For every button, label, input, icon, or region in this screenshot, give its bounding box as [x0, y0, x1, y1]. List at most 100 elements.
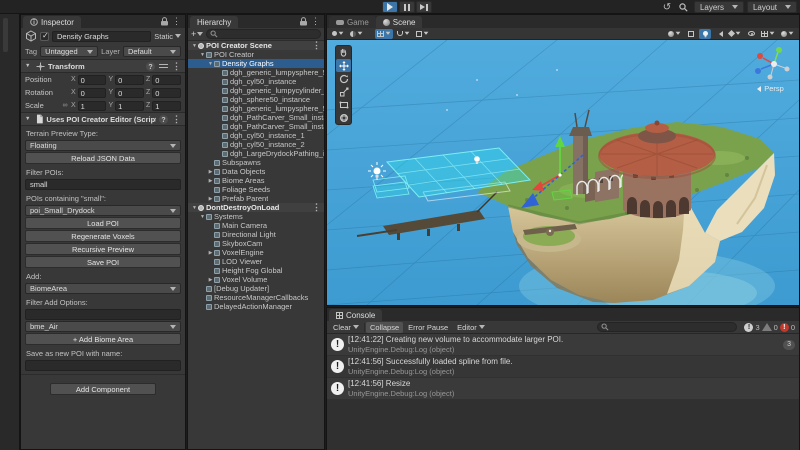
- hierarchy-item[interactable]: Height Fog Global: [188, 266, 324, 275]
- kebab-menu-icon[interactable]: [312, 203, 324, 212]
- tag-dropdown[interactable]: Untagged: [40, 46, 98, 57]
- hierarchy-item[interactable]: dgh_generic_lumpysphere_50_sand_instance: [188, 104, 324, 113]
- tab-game[interactable]: Game: [329, 16, 376, 28]
- hierarchy-item[interactable]: dgh_PathCarver_Small_instance_1: [188, 122, 324, 131]
- transform-combined-tool[interactable]: [336, 111, 351, 124]
- add-component-button[interactable]: Add Component: [50, 383, 156, 395]
- foldout-arrow-icon[interactable]: ▼: [207, 61, 214, 67]
- hierarchy-scene-row[interactable]: ▼DontDestroyOnLoad: [188, 203, 324, 212]
- collapsed-tab[interactable]: [3, 18, 8, 52]
- step-snap-dropdown[interactable]: [414, 29, 431, 39]
- hierarchy-item[interactable]: ▼Systems: [188, 212, 324, 221]
- hierarchy-item[interactable]: DelayedActionManager: [188, 302, 324, 311]
- editor-dropdown[interactable]: Editor: [453, 322, 489, 333]
- move-tool[interactable]: [336, 59, 351, 72]
- hierarchy-item[interactable]: dgh_LargeDrydockPathing_instance: [188, 149, 324, 158]
- hierarchy-item[interactable]: dgh_generic_lumpysphere_50_instance: [188, 68, 324, 77]
- layout-dropdown[interactable]: Layout: [747, 1, 797, 13]
- hierarchy-item[interactable]: Main Camera: [188, 221, 324, 230]
- foldout-arrow-icon[interactable]: ▼: [199, 52, 206, 58]
- hierarchy-item[interactable]: ▶Voxel Volume: [188, 275, 324, 284]
- create-dropdown[interactable]: +: [191, 29, 203, 39]
- kebab-menu-icon[interactable]: [311, 16, 320, 27]
- kebab-menu-icon[interactable]: [172, 114, 181, 125]
- undo-history-icon[interactable]: ↺: [660, 1, 674, 13]
- gameobject-name-field[interactable]: Density Graphs: [52, 31, 151, 42]
- rotation-z-field[interactable]: 0: [152, 88, 181, 98]
- kebab-menu-icon[interactable]: [312, 41, 324, 50]
- reload-json-button[interactable]: Reload JSON Data: [25, 152, 181, 164]
- step-button[interactable]: [416, 1, 432, 13]
- console-log-entry[interactable]: ![12:41:56] Successfully loaded spline f…: [327, 356, 799, 378]
- foldout-arrow-icon[interactable]: ▼: [191, 205, 198, 211]
- load-poi-button[interactable]: Load POI: [25, 217, 181, 229]
- hierarchy-item[interactable]: dgh_cyl50_instance: [188, 77, 324, 86]
- perspective-label[interactable]: Persp: [739, 84, 799, 93]
- transform-header[interactable]: Transform: [21, 59, 185, 73]
- foldout-arrow-icon[interactable]: [25, 116, 33, 122]
- hierarchy-item[interactable]: SkyboxCam: [188, 239, 324, 248]
- recursive-preview-button[interactable]: Recursive Preview: [25, 243, 181, 255]
- active-checkbox[interactable]: [40, 32, 49, 41]
- hierarchy-item[interactable]: dgh_cyl50_instance_2: [188, 140, 324, 149]
- snap-increment-dropdown[interactable]: [395, 29, 412, 39]
- position-z-field[interactable]: 0: [152, 75, 181, 85]
- hierarchy-item[interactable]: ▼POI Creator: [188, 50, 324, 59]
- foldout-arrow-icon[interactable]: ▼: [191, 43, 198, 49]
- rotate-tool[interactable]: [336, 72, 351, 85]
- add-type-dropdown[interactable]: BiomeArea: [25, 283, 181, 294]
- script-header[interactable]: Uses POI Creator Editor (Script): [21, 112, 185, 126]
- console-log-entry[interactable]: ![12:41:22] Creating new volume to accom…: [327, 334, 799, 356]
- tab-inspector[interactable]: Inspector: [23, 16, 81, 28]
- hierarchy-item[interactable]: dgh_sphere50_instance: [188, 95, 324, 104]
- hierarchy-item[interactable]: ▶Data Objects: [188, 167, 324, 176]
- hierarchy-item[interactable]: Foliage Seeds: [188, 185, 324, 194]
- hierarchy-item[interactable]: ResourceManagerCallbacks: [188, 293, 324, 302]
- position-x-field[interactable]: 0: [78, 75, 107, 85]
- pause-button[interactable]: [399, 1, 415, 13]
- layer-dropdown[interactable]: Default: [123, 46, 181, 57]
- biome-dropdown[interactable]: bme_Air: [25, 321, 181, 332]
- rotation-y-field[interactable]: 0: [115, 88, 144, 98]
- foldout-arrow-icon[interactable]: [25, 63, 33, 69]
- view-hand-tool[interactable]: [336, 46, 351, 59]
- foldout-arrow-icon[interactable]: ▶: [207, 250, 214, 256]
- console-count-badges[interactable]: 3 0 0: [744, 323, 795, 332]
- hierarchy-item[interactable]: ▶Biome Areas: [188, 176, 324, 185]
- save-as-input[interactable]: [25, 360, 181, 371]
- search-icon[interactable]: [677, 1, 691, 13]
- foldout-arrow-icon[interactable]: ▶: [207, 196, 214, 202]
- help-icon[interactable]: [159, 115, 168, 124]
- foldout-arrow-icon[interactable]: ▶: [207, 178, 214, 184]
- save-poi-button[interactable]: Save POI: [25, 256, 181, 268]
- tab-hierarchy[interactable]: Hierarchy: [190, 16, 238, 28]
- poi-select-dropdown[interactable]: poi_Small_Drydock: [25, 205, 181, 216]
- audio-toggle[interactable]: [713, 29, 725, 39]
- foldout-arrow-icon[interactable]: ▼: [199, 214, 206, 220]
- pivot-rotation-dropdown[interactable]: [348, 29, 365, 39]
- rotation-x-field[interactable]: 0: [78, 88, 107, 98]
- collapse-toggle[interactable]: Collapse: [366, 322, 403, 333]
- error-pause-toggle[interactable]: Error Pause: [404, 322, 452, 333]
- filter-pois-input[interactable]: small: [25, 179, 181, 190]
- hierarchy-scene-row[interactable]: ▼POI Creator Scene: [188, 41, 324, 50]
- help-icon[interactable]: [146, 62, 155, 71]
- preset-icon[interactable]: [159, 62, 168, 70]
- uniform-scale-link-icon[interactable]: [61, 102, 69, 109]
- view-2d-toggle[interactable]: [685, 29, 697, 39]
- lock-icon[interactable]: [300, 17, 307, 26]
- hierarchy-item[interactable]: [Debug Updater]: [188, 284, 324, 293]
- scale-tool[interactable]: [336, 85, 351, 98]
- hierarchy-item[interactable]: dgh_PathCarver_Small_instance: [188, 113, 324, 122]
- lock-icon[interactable]: [161, 17, 168, 26]
- rect-tool[interactable]: [336, 98, 351, 111]
- foldout-arrow-icon[interactable]: ▶: [207, 277, 214, 283]
- effects-dropdown[interactable]: [727, 29, 743, 39]
- scale-y-field[interactable]: 1: [115, 101, 144, 111]
- add-biome-area-button[interactable]: + Add Biome Area: [25, 333, 181, 345]
- hidden-objects-toggle[interactable]: [745, 29, 757, 39]
- kebab-menu-icon[interactable]: [172, 61, 181, 72]
- console-log-entry[interactable]: ![12:41:56] ResizeUnityEngine.Debug:Log …: [327, 378, 799, 400]
- tab-scene[interactable]: Scene: [376, 16, 423, 28]
- lighting-toggle[interactable]: [699, 29, 711, 39]
